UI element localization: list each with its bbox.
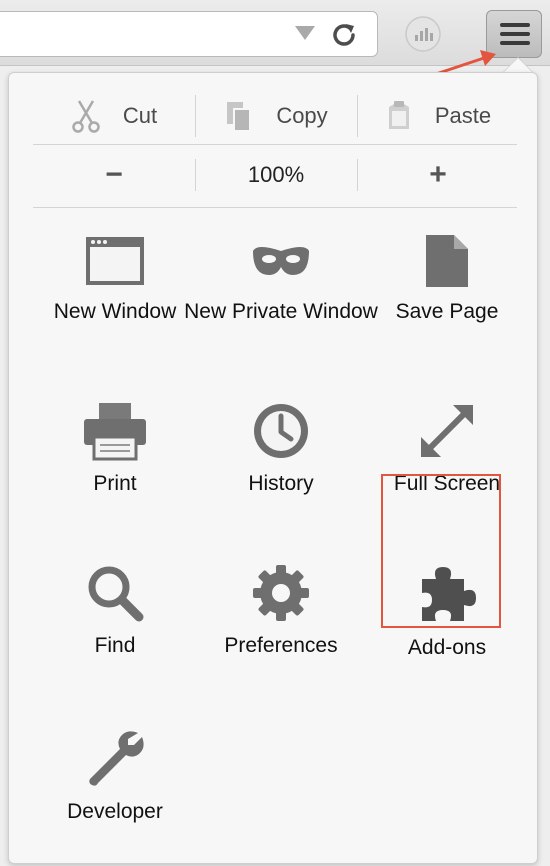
zoom-out-label: − bbox=[105, 158, 123, 191]
divider bbox=[33, 207, 517, 208]
copy-label: Copy bbox=[276, 103, 328, 128]
save-page-button[interactable]: Save Page bbox=[347, 233, 547, 363]
clipboard-icon bbox=[388, 101, 409, 129]
zoom-reset-button[interactable]: 100% bbox=[195, 155, 357, 195]
url-dropdown-icon[interactable] bbox=[295, 26, 315, 40]
printer-icon bbox=[84, 403, 146, 461]
zoom-controls: − 100% + bbox=[33, 155, 519, 195]
zoom-in-label: + bbox=[429, 158, 447, 191]
scissors-icon bbox=[72, 100, 100, 133]
zoom-in-button[interactable]: + bbox=[357, 155, 519, 195]
magnifier-icon bbox=[88, 566, 144, 622]
document-icon bbox=[426, 235, 468, 287]
url-bar[interactable] bbox=[0, 11, 378, 57]
clock-icon bbox=[254, 404, 308, 458]
developer-button[interactable]: Developer bbox=[15, 727, 215, 857]
paste-button[interactable]: Paste bbox=[357, 91, 519, 141]
main-menu-panel: Cut Copy Paste − 100% + New Window New P… bbox=[8, 72, 538, 864]
edit-controls: Cut Copy Paste bbox=[33, 91, 519, 141]
copy-button[interactable]: Copy bbox=[195, 91, 357, 141]
new-window-icon bbox=[86, 237, 144, 285]
divider bbox=[33, 144, 517, 145]
copy-icon bbox=[227, 102, 252, 132]
add-ons-label: Add-ons bbox=[407, 636, 487, 659]
cut-button[interactable]: Cut bbox=[33, 91, 195, 141]
paste-label: Paste bbox=[434, 103, 492, 128]
gear-icon bbox=[253, 565, 309, 621]
zoom-out-button[interactable]: − bbox=[33, 155, 195, 195]
reload-icon[interactable] bbox=[329, 20, 359, 50]
add-ons-highlight bbox=[381, 474, 501, 628]
private-mask-icon bbox=[253, 247, 309, 275]
cut-label: Cut bbox=[122, 103, 158, 128]
zoom-level: 100% bbox=[247, 162, 305, 187]
save-page-label: Save Page bbox=[395, 300, 499, 323]
fullscreen-arrows-icon bbox=[421, 405, 473, 457]
developer-label: Developer bbox=[67, 800, 163, 823]
wrench-icon bbox=[89, 731, 144, 786]
